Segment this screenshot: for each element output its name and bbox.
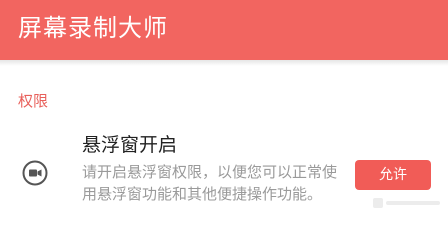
video-camera-icon: [22, 160, 48, 186]
allow-button[interactable]: 允许: [355, 160, 431, 190]
app-title: 屏幕录制大师: [18, 14, 168, 42]
section-header-permissions: 权限: [18, 92, 49, 110]
app-bar-shadow: [0, 60, 448, 66]
app-bar: 屏幕录制大师: [0, 0, 448, 60]
watermark-logo-icon: [373, 198, 440, 208]
permission-title: 悬浮窗开启: [82, 134, 178, 156]
permission-description: 请开启悬浮窗权限，以便您可以正常使用悬浮窗功能和其他便捷操作功能。: [82, 163, 338, 203]
